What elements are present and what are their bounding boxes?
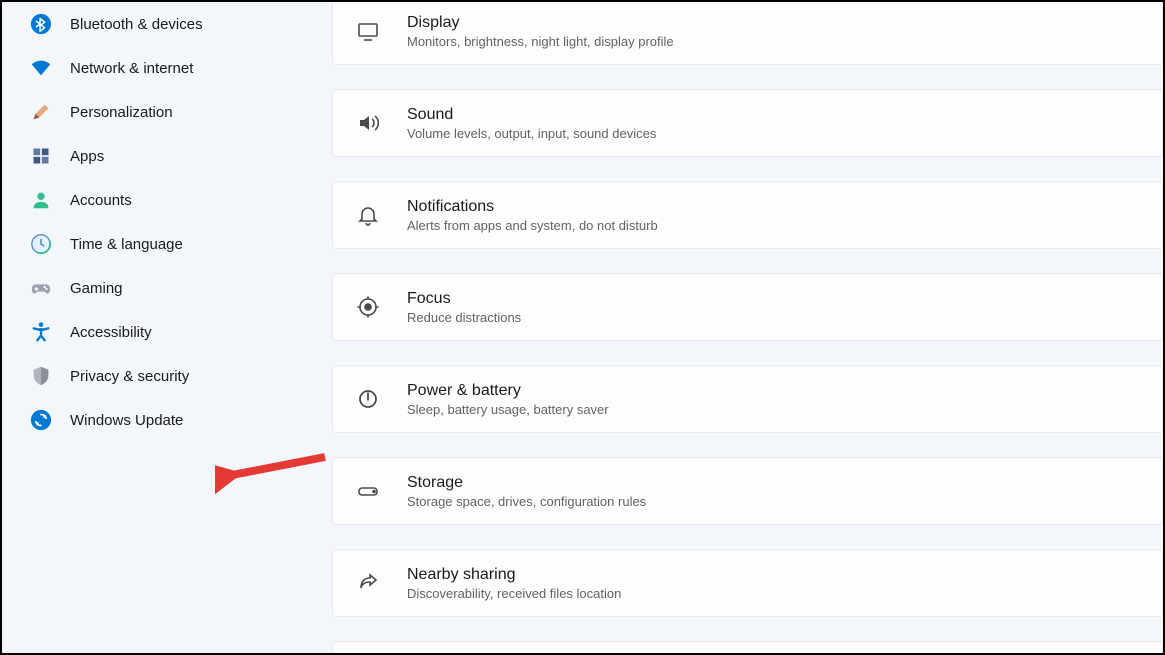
card-title: Sound — [407, 106, 656, 124]
card-text: Power & battery Sleep, battery usage, ba… — [407, 382, 609, 417]
card-title: Power & battery — [407, 382, 609, 400]
card-sound[interactable]: Sound Volume levels, output, input, soun… — [332, 89, 1163, 157]
sharing-icon — [355, 570, 381, 596]
display-icon — [355, 18, 381, 44]
sidebar-item-label: Personalization — [70, 104, 173, 121]
sidebar-item-label: Time & language — [70, 236, 183, 253]
sidebar-item-label: Privacy & security — [70, 368, 189, 385]
power-icon — [355, 386, 381, 412]
sidebar-item-apps[interactable]: Apps — [2, 134, 312, 178]
update-icon — [30, 409, 52, 431]
card-display[interactable]: Display Monitors, brightness, night ligh… — [332, 2, 1163, 65]
card-text: Focus Reduce distractions — [407, 290, 521, 325]
card-focus[interactable]: Focus Reduce distractions — [332, 273, 1163, 341]
sidebar-item-label: Accessibility — [70, 324, 152, 341]
sidebar-item-accessibility[interactable]: Accessibility — [2, 310, 312, 354]
card-subtitle: Reduce distractions — [407, 310, 521, 325]
card-subtitle: Storage space, drives, configuration rul… — [407, 494, 646, 509]
card-subtitle: Volume levels, output, input, sound devi… — [407, 126, 656, 141]
personalization-icon — [30, 101, 52, 123]
card-power[interactable]: Power & battery Sleep, battery usage, ba… — [332, 365, 1163, 433]
card-sharing[interactable]: Nearby sharing Discoverability, received… — [332, 549, 1163, 617]
sidebar-item-accounts[interactable]: Accounts — [2, 178, 312, 222]
main-content: Display Monitors, brightness, night ligh… — [312, 2, 1163, 653]
sound-icon — [355, 110, 381, 136]
storage-icon — [355, 478, 381, 504]
card-notifications[interactable]: Notifications Alerts from apps and syste… — [332, 181, 1163, 249]
notifications-icon — [355, 202, 381, 228]
sidebar-item-label: Accounts — [70, 192, 132, 209]
card-title: Display — [407, 14, 674, 32]
sidebar-item-label: Apps — [70, 148, 104, 165]
sidebar-item-network[interactable]: Network & internet — [2, 46, 312, 90]
card-text: Storage Storage space, drives, configura… — [407, 474, 646, 509]
accounts-icon — [30, 189, 52, 211]
card-multitasking[interactable]: Multitasking — [332, 641, 1163, 653]
sidebar-item-label: Bluetooth & devices — [70, 16, 203, 33]
card-subtitle: Sleep, battery usage, battery saver — [407, 402, 609, 417]
accessibility-icon — [30, 321, 52, 343]
card-subtitle: Monitors, brightness, night light, displ… — [407, 34, 674, 49]
card-title: Nearby sharing — [407, 566, 621, 584]
sidebar-item-label: Gaming — [70, 280, 123, 297]
card-storage[interactable]: Storage Storage space, drives, configura… — [332, 457, 1163, 525]
sidebar-item-update[interactable]: Windows Update — [2, 398, 312, 442]
card-title: Focus — [407, 290, 521, 308]
card-subtitle: Alerts from apps and system, do not dist… — [407, 218, 658, 233]
card-text: Notifications Alerts from apps and syste… — [407, 198, 658, 233]
sidebar-item-label: Windows Update — [70, 412, 183, 429]
apps-icon — [30, 145, 52, 167]
card-subtitle: Discoverability, received files location — [407, 586, 621, 601]
gaming-icon — [30, 277, 52, 299]
focus-icon — [355, 294, 381, 320]
card-text: Display Monitors, brightness, night ligh… — [407, 14, 674, 49]
sidebar-item-privacy[interactable]: Privacy & security — [2, 354, 312, 398]
sidebar: Bluetooth & devices Network & internet P… — [2, 2, 312, 653]
sidebar-item-time[interactable]: Time & language — [2, 222, 312, 266]
privacy-icon — [30, 365, 52, 387]
sidebar-item-gaming[interactable]: Gaming — [2, 266, 312, 310]
sidebar-item-label: Network & internet — [70, 60, 193, 77]
card-text: Sound Volume levels, output, input, soun… — [407, 106, 656, 141]
card-title: Storage — [407, 474, 646, 492]
card-title: Notifications — [407, 198, 658, 216]
sidebar-item-personalization[interactable]: Personalization — [2, 90, 312, 134]
time-icon — [30, 233, 52, 255]
bluetooth-icon — [30, 13, 52, 35]
card-text: Nearby sharing Discoverability, received… — [407, 566, 621, 601]
wifi-icon — [30, 57, 52, 79]
sidebar-item-bluetooth[interactable]: Bluetooth & devices — [2, 2, 312, 46]
